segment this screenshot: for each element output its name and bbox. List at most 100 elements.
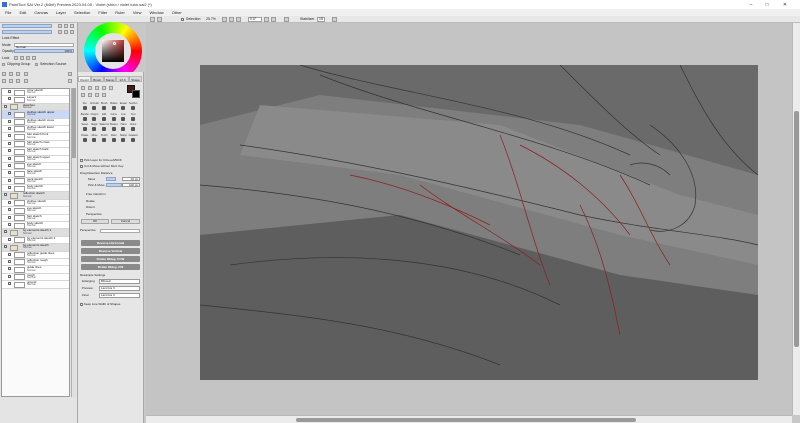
menu-file[interactable]: File	[5, 10, 11, 15]
visibility-eye-icon[interactable]	[8, 126, 11, 130]
maximize-button[interactable]: □	[760, 0, 774, 9]
visibility-eye-icon[interactable]	[8, 112, 11, 116]
color-marker[interactable]	[113, 42, 116, 45]
tool-watercol[interactable]: Watercol	[99, 123, 109, 133]
cancel-button[interactable]: Cancel	[111, 219, 140, 224]
tool-pencil[interactable]: Pencil	[99, 134, 109, 144]
final-select[interactable]: Lanczos 3	[99, 293, 140, 298]
tool-eraser[interactable]: Eraser	[119, 102, 129, 112]
tool-curve[interactable]: Curve	[109, 113, 119, 123]
menu-window[interactable]: Window	[149, 10, 163, 15]
visibility-eye-icon[interactable]	[8, 163, 11, 167]
text-tool-icon[interactable]	[109, 86, 113, 90]
reverse-horizontal-button[interactable]: Reverse Horizontal	[81, 240, 140, 246]
visibility-eye-icon[interactable]	[8, 274, 11, 278]
tool-edit[interactable]: Edit	[99, 113, 109, 123]
visibility-eye-icon[interactable]	[8, 237, 11, 241]
rotate-ccw-button[interactable]: Rotate 90deg. CCW	[81, 256, 140, 262]
background-color-swatch[interactable]	[132, 90, 140, 98]
lock-all-icon[interactable]	[32, 56, 36, 60]
layer-row[interactable]: ground Normal	[2, 280, 69, 289]
tool-tab-stamp[interactable]: Stamp	[103, 76, 117, 82]
visibility-eye-icon[interactable]	[4, 193, 7, 197]
new-linework-icon[interactable]	[16, 72, 20, 76]
opacity-slider[interactable]: 100%	[14, 49, 74, 53]
trash-icon[interactable]	[24, 79, 28, 83]
zoom-reset-icon[interactable]	[236, 17, 241, 22]
visibility-eye-icon[interactable]	[8, 149, 11, 153]
stabilizer-select[interactable]: 15	[317, 17, 325, 22]
tool-airbrush[interactable]: Airbrush	[90, 102, 100, 112]
tool-hand[interactable]: Hand	[119, 123, 129, 133]
panel-button[interactable]	[58, 24, 62, 28]
keep-line-width-checkbox[interactable]	[80, 303, 83, 306]
visibility-eye-icon[interactable]	[8, 141, 11, 145]
pick-move-value[interactable]: 100 px	[122, 183, 140, 187]
select-tool-icon[interactable]	[81, 86, 85, 90]
brush-size-bar[interactable]	[2, 24, 52, 28]
rotate-option[interactable]: Rotate	[86, 199, 95, 203]
panel-button[interactable]	[70, 30, 74, 34]
zoom-tool-icon[interactable]	[81, 93, 85, 97]
clear-layer-icon[interactable]	[16, 79, 20, 83]
selection-source-checkbox[interactable]	[35, 63, 38, 66]
undo-icon[interactable]	[150, 17, 155, 22]
move-tool-icon[interactable]	[102, 86, 106, 90]
visibility-eye-icon[interactable]	[4, 230, 7, 234]
menu-selection[interactable]: Selection	[74, 10, 90, 15]
reverse-vertical-button[interactable]: Reverse Vertical	[81, 248, 140, 254]
visibility-eye-icon[interactable]	[8, 208, 11, 212]
new-folder-icon[interactable]	[9, 72, 13, 76]
menu-other[interactable]: Other	[172, 10, 182, 15]
lock-draw-icon[interactable]	[26, 56, 30, 60]
pick-move-slider[interactable]	[106, 183, 122, 187]
zoom-in-icon[interactable]	[229, 17, 234, 22]
tool-stamp[interactable]: Stamp	[119, 134, 129, 144]
visibility-eye-icon[interactable]	[8, 215, 11, 219]
drawing-canvas[interactable]	[200, 65, 758, 380]
tool-line[interactable]: Line	[119, 113, 129, 123]
tool-zoom[interactable]: Zoom	[128, 123, 138, 133]
magic-wand-icon[interactable]	[95, 86, 99, 90]
layer-scroll-thumb[interactable]	[72, 88, 76, 158]
cut-move-checkbox[interactable]	[80, 165, 83, 168]
visibility-eye-icon[interactable]	[8, 282, 11, 286]
angle-field[interactable]: 0.0°	[248, 17, 262, 22]
panel-button[interactable]	[64, 24, 68, 28]
visibility-eye-icon[interactable]	[8, 259, 11, 263]
visibility-eye-icon[interactable]	[8, 252, 11, 256]
tool-gradient[interactable]: Gradient	[128, 134, 138, 144]
visibility-eye-icon[interactable]	[8, 186, 11, 190]
tool-text[interactable]: Text	[128, 113, 138, 123]
menu-ruler[interactable]: Ruler	[115, 10, 125, 15]
layer-row[interactable]: guide lines Normal	[2, 265, 69, 274]
menu-view[interactable]: View	[133, 10, 142, 15]
menu-filter[interactable]: Filter	[98, 10, 107, 15]
tool-tab-pencil[interactable]: Pencil	[78, 76, 91, 82]
tool-magic[interactable]: Magic	[90, 123, 100, 133]
tool-tab-brush[interactable]: Brush	[90, 76, 104, 82]
visibility-eye-icon[interactable]	[8, 97, 11, 101]
move-distance-value[interactable]: 10 px	[122, 177, 140, 181]
rotate-right-icon[interactable]	[271, 17, 276, 22]
zoom-out-icon[interactable]	[222, 17, 227, 22]
visibility-eye-icon[interactable]	[8, 171, 11, 175]
preview-select[interactable]: Lanczos 3	[99, 286, 140, 291]
tool-blender[interactable]: Blender	[80, 113, 90, 123]
tool-move[interactable]: Move	[90, 134, 100, 144]
visibility-eye-icon[interactable]	[8, 90, 11, 93]
move-distance-slider[interactable]	[106, 177, 116, 181]
layer-settings-icon[interactable]	[68, 79, 72, 83]
selection-checkbox[interactable]	[181, 18, 184, 21]
tool-pen[interactable]: Pen	[80, 102, 90, 112]
tool-rotate[interactable]: Rotate	[80, 134, 90, 144]
menu-canvas[interactable]: Canvas	[34, 10, 48, 15]
lock-pixel-icon[interactable]	[14, 56, 18, 60]
panel-button[interactable]	[64, 30, 68, 34]
horizontal-scroll-thumb[interactable]	[296, 418, 636, 422]
tool-ruler[interactable]: Ruler	[109, 134, 119, 144]
lock-move-icon[interactable]	[20, 56, 24, 60]
visibility-eye-icon[interactable]	[4, 245, 7, 249]
tool-crayon[interactable]: Crayon	[90, 113, 100, 123]
close-button[interactable]: ✕	[778, 0, 792, 9]
